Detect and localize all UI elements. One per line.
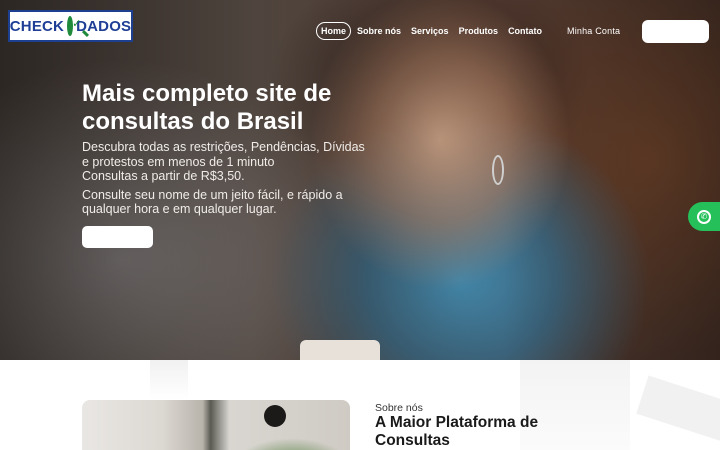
logo-text-check: CHECK [9, 17, 65, 35]
account-link[interactable]: Minha Conta [567, 26, 620, 36]
hero-title: Mais completo site de consultas do Brasi… [82, 80, 332, 135]
hero-cta-button[interactable] [82, 226, 153, 248]
nav-contato[interactable]: Contato [504, 22, 546, 40]
about-kicker: Sobre nós [375, 402, 423, 414]
decor-block [636, 375, 720, 445]
header-action-button[interactable] [642, 20, 709, 43]
hero-photo-mug [300, 340, 380, 360]
hero-line-restrictions: Descubra todas as restrições, Pendências… [82, 140, 365, 169]
hero-section: Mais completo site de consultas do Brasi… [0, 0, 720, 360]
nav-servicos[interactable]: Serviços [407, 22, 453, 40]
about-image [82, 400, 350, 450]
nav-sobre-nos[interactable]: Sobre nós [353, 22, 405, 40]
whatsapp-icon: ✆ [697, 209, 711, 224]
about-image-plants [232, 438, 350, 450]
main-nav: Home Sobre nós Serviços Produtos Contato [316, 22, 548, 40]
hero-photo-earring [492, 155, 504, 185]
about-image-person [264, 405, 286, 427]
nav-home[interactable]: Home [316, 22, 352, 40]
nav-produtos[interactable]: Produtos [455, 22, 503, 40]
about-section: Sobre nós A Maior Plataforma de Consulta… [0, 360, 720, 450]
whatsapp-button[interactable]: ✆ [688, 202, 720, 231]
hero-line-consult: Consulte seu nome de um jeito fácil, e r… [82, 187, 343, 217]
about-title: A Maior Plataforma de Consultas [375, 414, 539, 449]
hero-description: Descubra todas as restrições, Pendências… [82, 140, 372, 217]
decor-block [150, 360, 188, 400]
magnifier-check-icon: ✓ [67, 16, 81, 36]
logo[interactable]: CHECK ✓ DADOS [8, 10, 133, 42]
hero-line-price: Consultas a partir de R$3,50. [82, 169, 245, 183]
